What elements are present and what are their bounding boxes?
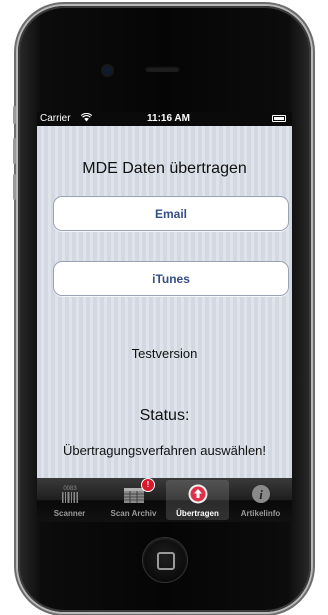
upload-icon [187, 483, 209, 505]
email-button[interactable]: Email [53, 196, 289, 231]
barcode-icon: 0083 [59, 483, 81, 505]
tab-uebertragen[interactable]: Übertragen [166, 480, 229, 520]
mute-switch [13, 106, 16, 124]
tab-bar: 0083 Scanner ! Scan Archiv Übertragen i … [37, 478, 292, 522]
tab-scan-archiv-label: Scan Archiv [110, 509, 157, 518]
transfer-view: MDE Daten übertragen Email iTunes Testve… [37, 126, 292, 492]
itunes-button[interactable]: iTunes [53, 261, 289, 296]
info-icon: i [250, 483, 272, 505]
notification-badge: ! [141, 478, 155, 492]
status-heading: Status: [139, 407, 190, 424]
tab-scanner-label: Scanner [53, 509, 86, 518]
clock: 11:16 AM [147, 113, 190, 124]
front-camera [103, 66, 112, 75]
home-square-icon [157, 552, 175, 570]
tab-artikelinfo-label: Artikelinfo [240, 509, 281, 518]
svg-text:0083: 0083 [63, 486, 77, 492]
battery-icon [272, 115, 286, 122]
page-title: MDE Daten übertragen [82, 160, 247, 177]
status-message: Übertragungsverfahren auswählen! [62, 443, 267, 458]
tab-artikelinfo[interactable]: i Artikelinfo [229, 480, 292, 520]
earpiece-speaker [145, 66, 180, 72]
wifi-icon [80, 112, 93, 124]
tab-scanner[interactable]: 0083 Scanner [38, 480, 101, 520]
version-label: Testversion [131, 346, 198, 361]
volume-up-button [13, 138, 16, 164]
phone-screen: Carrier 11:16 AM MDE Daten übertragen Em… [37, 112, 292, 522]
svg-text:i: i [259, 487, 263, 502]
tab-uebertragen-label: Übertragen [176, 509, 219, 518]
carrier-label: Carrier [40, 113, 71, 124]
status-bar: Carrier 11:16 AM [37, 112, 292, 126]
tab-scan-archiv[interactable]: ! Scan Archiv [102, 478, 165, 520]
volume-down-button [13, 174, 16, 200]
